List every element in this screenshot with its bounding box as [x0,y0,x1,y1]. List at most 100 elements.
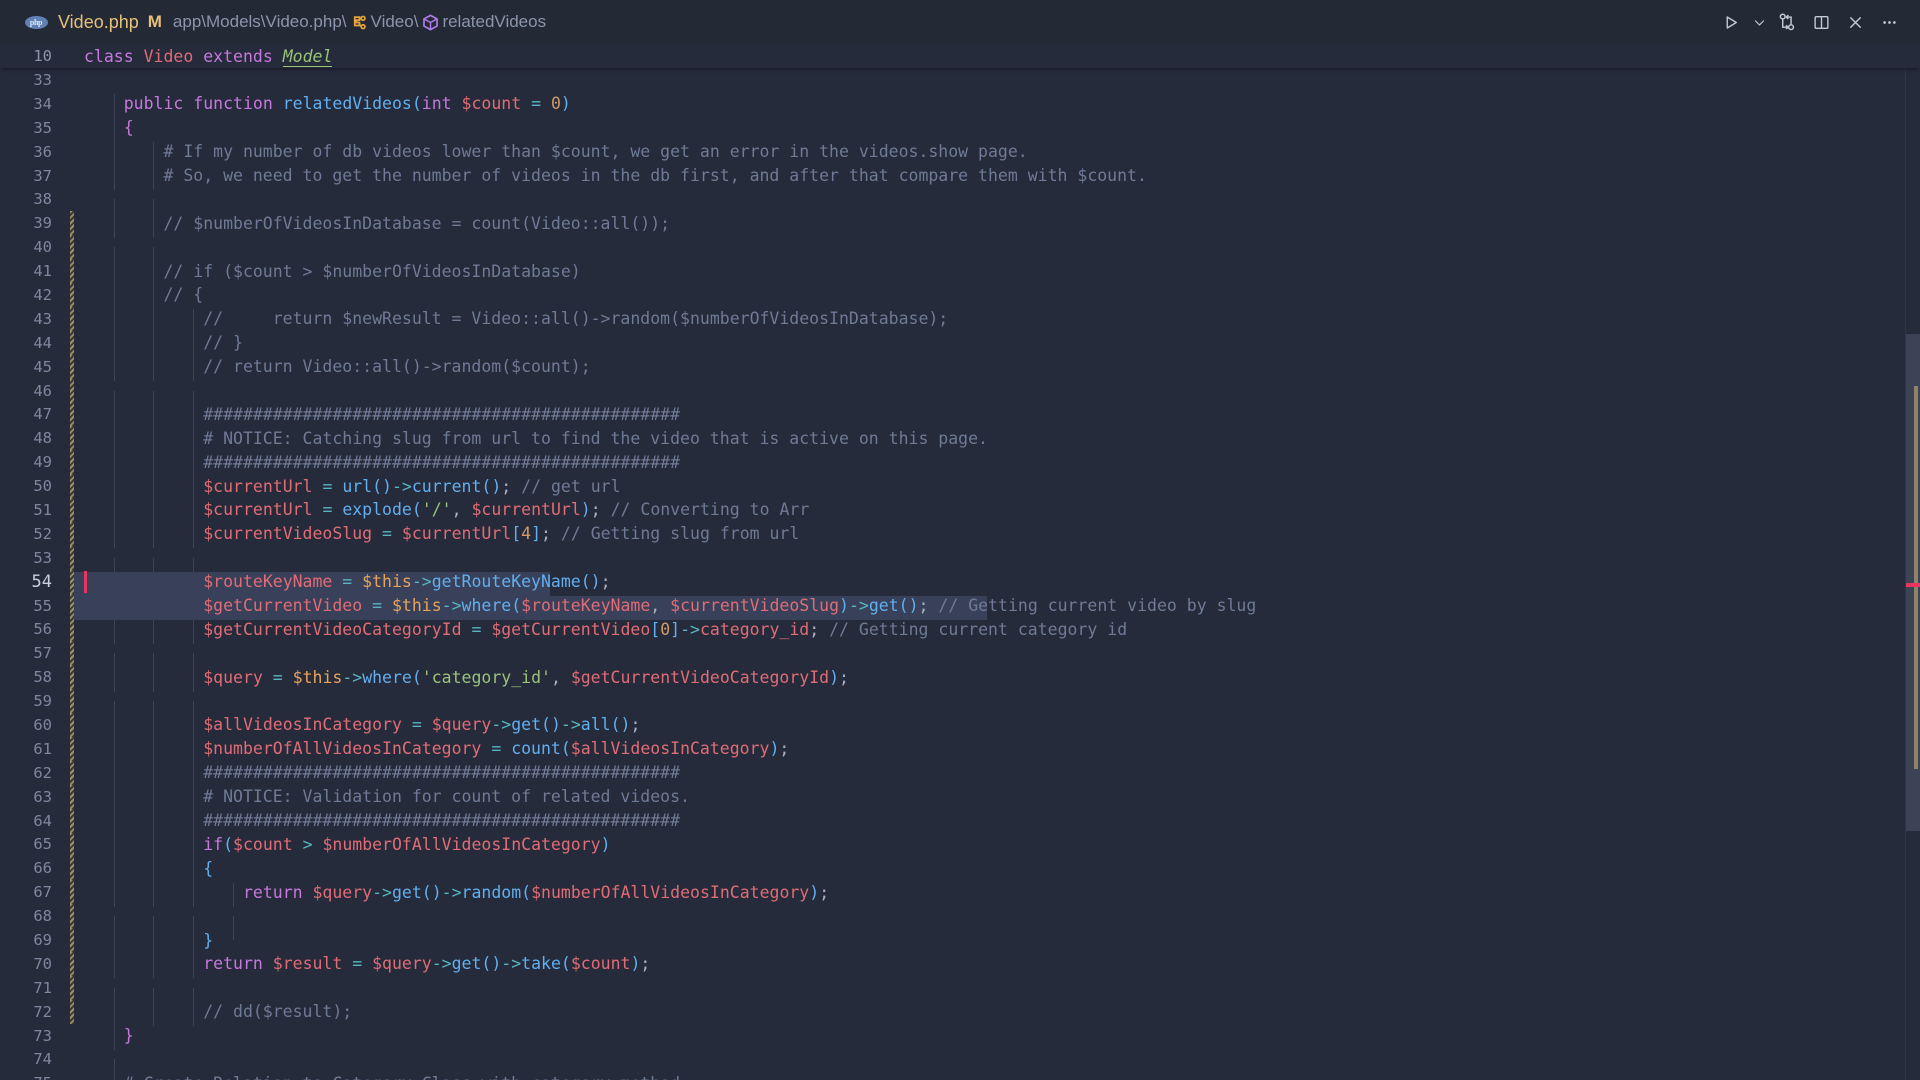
code-content: $routeKeyName = $this->getRouteKeyName()… [74,572,611,597]
code-line[interactable]: 69 } [0,928,1920,955]
code-token: get [391,882,422,902]
breadcrumb-method-name[interactable]: relatedVideos [442,12,546,32]
sticky-scroll-line[interactable]: 10 class Video extends Model [0,44,1920,68]
code-line[interactable]: 34 public function relatedVideos(int $co… [0,92,1920,119]
code-token: get [451,954,482,974]
line-number: 64 [33,811,52,830]
breadcrumb[interactable]: php Video.php M app\Models\Video.php\ Vi… [0,10,546,34]
code-token: [ [511,524,522,544]
code-line[interactable]: 45 // return Video::all()->random($count… [0,354,1920,382]
code-line[interactable]: 36 # If my number of db videos lower tha… [0,140,1920,166]
code-line[interactable]: 72 // dd($result); [0,999,1920,1027]
code-token: () [481,476,502,496]
code-token: $result [272,954,343,974]
code-content: ########################################… [74,763,680,788]
code-line[interactable]: 63 # NOTICE: Validation for count of rel… [0,784,1920,812]
code-token: , [650,596,661,616]
code-token: ; [819,882,830,902]
code-line[interactable]: 66 { [0,856,1920,883]
text-cursor [84,570,87,593]
code-line[interactable]: 65 if($count > $numberOfAllVideosInCateg… [0,832,1920,859]
code-line[interactable]: 37 # So, we need to get the number of vi… [0,164,1920,190]
code-editor-viewport[interactable]: 33 34 public function relatedVideos(int $… [0,68,1920,1080]
code-line[interactable]: 74 [0,1048,1920,1080]
code-token: ########################################… [84,811,681,831]
code-line[interactable]: 53 [0,545,1920,582]
code-line[interactable]: 51 $currentUrl = explode('/', $currentUr… [0,498,1920,525]
run-php-file-button[interactable] [1714,5,1748,39]
code-token: 0 [660,619,671,639]
code-token: ( [223,834,234,854]
run-options-dropdown[interactable] [1748,5,1770,39]
code-token: 4 [521,524,532,544]
code-line[interactable]: 47 #####################################… [0,402,1920,429]
code-line[interactable]: 60 $allVideosInCategory = $query->get()-… [0,713,1920,740]
code-line[interactable]: 41 // if ($count > $numberOfVideosInData… [0,259,1920,286]
breadcrumb-path[interactable]: app\Models\Video.php\ Video\ relatedVide… [173,12,546,32]
code-line[interactable]: 35 { [0,116,1920,143]
line-number: 69 [33,931,52,949]
code-line[interactable]: 48 # NOTICE: Catching slug from url to f… [0,426,1920,453]
code-token: = [272,667,283,687]
code-token: if [203,834,224,854]
code-token: category_id [699,619,810,639]
code-token: = [531,94,542,114]
split-editor-icon-button[interactable] [1804,5,1838,39]
code-line[interactable]: 54 $routeKeyName = $this->getRouteKeyNam… [0,569,1920,597]
overview-ruler[interactable] [1906,44,1920,1080]
code-line[interactable]: 73 } [0,1024,1920,1050]
code-token: // Converting to Arr [610,500,810,520]
code-token: $query [203,667,263,687]
code-content: $currentUrl = explode('/', $currentUrl);… [74,500,810,525]
code-line[interactable]: 46 [0,378,1920,415]
code-line[interactable]: 52 $currentVideoSlug = $currentUrl[4]; /… [0,521,1920,549]
code-line[interactable]: 43 // return $newResult = Video::all()->… [0,306,1920,334]
code-line[interactable]: 57 [0,641,1920,678]
code-line[interactable]: 68 [0,904,1920,940]
code-token: ] [670,619,681,639]
code-line[interactable]: 56 $getCurrentVideoCategoryId = $getCurr… [0,617,1920,644]
code-line[interactable]: 39 // $numberOfVideosInDatabase = count(… [0,211,1920,238]
code-line[interactable]: 70 return $result = $query->get()->take(… [0,951,1920,979]
close-editor-button[interactable] [1838,5,1872,39]
code-line[interactable]: 75 # Create Relation to Category Class w… [0,1071,1920,1080]
code-line[interactable]: 55 $getCurrentVideo = $this->where($rout… [0,593,1920,620]
code-line[interactable]: 40 [0,235,1920,272]
code-content: $allVideosInCategory = $query->get()->al… [74,715,640,740]
code-line[interactable]: 71 [0,975,1920,1012]
code-line[interactable]: 33 [0,68,1920,92]
code-token: $currentVideoSlug [203,524,373,544]
editor-actions-toolbar [1714,0,1906,44]
code-line[interactable]: 64 #####################################… [0,808,1920,835]
code-line[interactable]: 49 #####################################… [0,450,1920,477]
code-line[interactable]: 58 $query = $this->where('category_id', … [0,665,1920,692]
breadcrumb-path-segment[interactable]: app\Models\Video.php\ [173,12,347,32]
code-line[interactable]: 42 // { [0,283,1920,310]
code-line[interactable]: 50 $currentUrl = url()->current(); // ge… [0,474,1920,501]
code-line[interactable]: 44 // } [0,330,1920,358]
more-actions-button[interactable] [1872,5,1906,39]
breadcrumb-filename[interactable]: Video.php [58,12,139,33]
line-number: 65 [33,835,52,854]
code-content: # If my number of db videos lower than $… [74,142,1028,166]
code-line[interactable]: 59 [0,689,1920,725]
code-line[interactable]: 62 #####################################… [0,760,1920,788]
code-token: ) [600,834,611,854]
breadcrumb-class-name[interactable]: Video\ [371,12,419,32]
code-line[interactable]: 38 [0,187,1920,224]
line-number: 44 [33,333,52,352]
source-control-compare-button[interactable] [1770,5,1804,39]
code-line[interactable]: 67 return $query->get()->random($numberO… [0,880,1920,907]
code-line[interactable]: 61 $numberOfAllVideosInCategory = count(… [0,736,1920,764]
